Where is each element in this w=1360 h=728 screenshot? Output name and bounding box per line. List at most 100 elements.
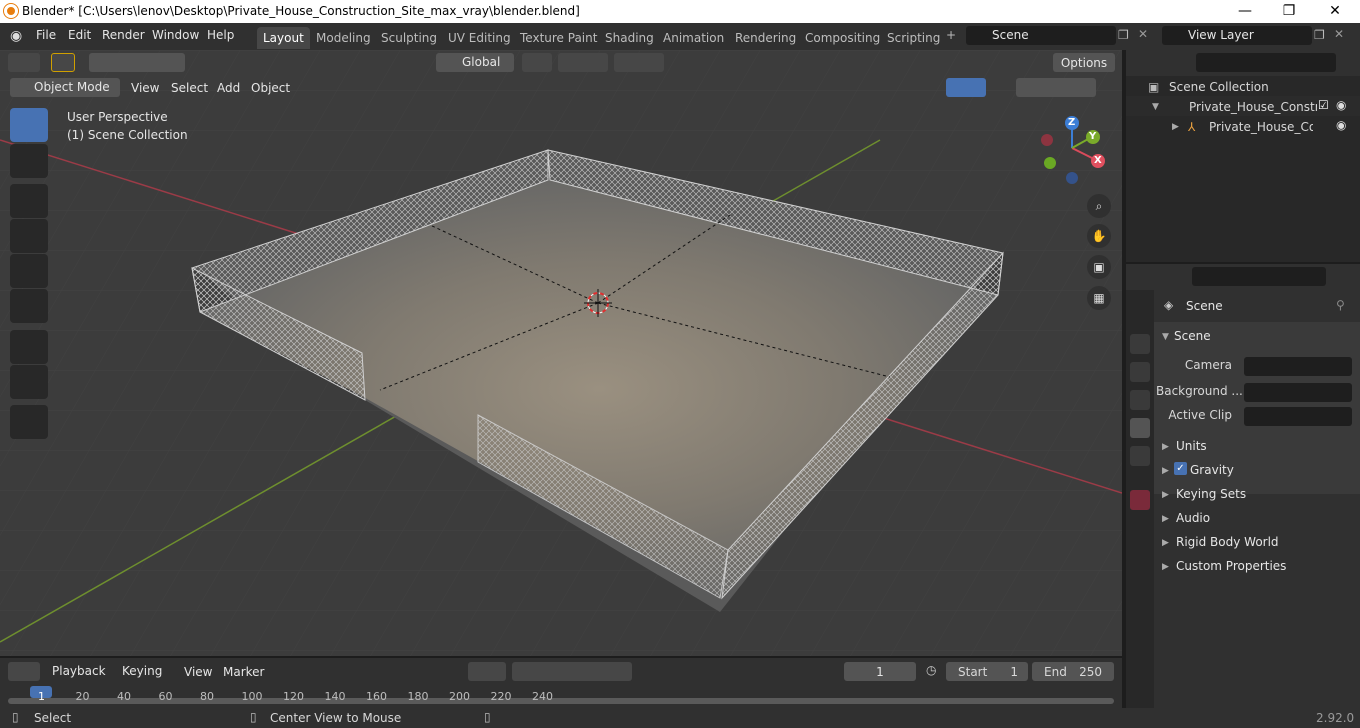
visibility-icon[interactable] [866,78,896,97]
keying-menu[interactable]: Keying [116,662,174,681]
menu-render[interactable]: Render [102,28,145,42]
pivot-icon[interactable] [522,53,552,72]
world-tab-icon[interactable] [1130,446,1150,466]
tab-shading[interactable]: Shading [599,27,660,49]
gravity-checkbox[interactable]: ✓ [1174,462,1187,475]
annotate-tool-icon[interactable] [10,330,48,364]
custom-properties-section[interactable]: Custom Properties [1176,559,1286,573]
exclude-checkbox-icon[interactable]: ☑ [1318,98,1329,112]
measure-tool-icon[interactable] [10,365,48,399]
move-tool-icon[interactable] [10,184,48,218]
menu-file[interactable]: File [36,28,56,42]
selection-mode-buttons[interactable] [89,53,185,72]
transform-orientation-select[interactable]: Global [436,53,514,72]
mode-select[interactable]: Object Mode [10,78,120,97]
menu-edit[interactable]: Edit [68,28,91,42]
new-scene-icon[interactable]: ❐ [1118,28,1129,42]
tab-layout[interactable]: Layout [257,27,310,49]
options-button[interactable]: Options [1053,53,1115,72]
active-clip-field[interactable] [1244,407,1352,426]
rigid-body-world-section[interactable]: Rigid Body World [1176,535,1279,549]
eye-visibility-icon[interactable]: ◉ [1336,118,1346,132]
add-cube-tool-icon[interactable] [10,405,48,439]
output-tab-icon[interactable] [1130,362,1150,382]
new-view-layer-icon[interactable]: ❐ [1314,28,1325,42]
perspective-toggle-icon[interactable]: ▦ [1087,286,1111,310]
audio-section[interactable]: Audio [1176,511,1210,525]
scene-tab-icon[interactable] [1130,418,1150,438]
tab-compositing[interactable]: Compositing [799,27,886,49]
end-frame-field[interactable]: End 250 [1032,662,1114,681]
pin-icon[interactable]: ⚲ [1336,298,1345,312]
zoom-icon[interactable]: ⌕ [1087,194,1111,218]
outliner-collection-item[interactable]: Private_House_Construct [1189,100,1317,114]
select-mode-icon[interactable] [51,53,75,72]
snap-icon[interactable] [558,53,608,72]
shading-mode-buttons[interactable] [1016,78,1096,97]
timeline-editor-type-icon[interactable] [8,662,40,681]
outliner-search-input[interactable] [1196,53,1336,72]
keying-sets-section[interactable]: Keying Sets [1176,487,1246,501]
overlay-toggle-icon[interactable] [946,78,986,97]
expand-toggle-icon[interactable]: ▶ [1162,466,1169,476]
properties-search-input[interactable] [1192,267,1326,286]
timeline-view-menu[interactable]: View [184,665,212,679]
cursor-tool-icon[interactable] [10,144,48,178]
gizmo-toggle-icon[interactable] [902,78,938,97]
gravity-section[interactable]: Gravity [1190,463,1234,477]
render-tab-icon[interactable] [1130,334,1150,354]
view-layer-tab-icon[interactable] [1130,390,1150,410]
menu-window[interactable]: Window [152,28,199,42]
outliner-scene-collection[interactable]: Scene Collection [1169,80,1269,94]
transform-tool-icon[interactable] [10,289,48,323]
clock-icon[interactable]: ◷ [926,663,936,677]
panel-collapse-icon[interactable]: ▼ [1162,332,1169,342]
expand-toggle-icon[interactable]: ▶ [1162,490,1169,500]
minimize-button[interactable]: — [1222,0,1268,23]
scene-selector[interactable]: Scene [966,26,1116,45]
expand-toggle-icon[interactable]: ▶ [1162,442,1169,452]
timeline-marker-menu[interactable]: Marker [223,665,264,679]
view-layer-selector[interactable]: View Layer [1162,26,1312,45]
scale-tool-icon[interactable] [10,254,48,288]
current-frame-field[interactable]: 1 [844,662,916,681]
menu-help[interactable]: Help [207,28,234,42]
expand-toggle-icon[interactable]: ▶ [1162,514,1169,524]
playback-controls[interactable] [512,662,632,681]
menu-view[interactable]: View [131,81,159,95]
tool-tab-icon[interactable] [1130,298,1150,318]
close-button[interactable]: ✕ [1312,0,1358,23]
expand-toggle-icon[interactable]: ▶ [1172,122,1179,132]
playback-menu[interactable]: Playback [46,662,112,681]
start-frame-field[interactable]: Start 1 [946,662,1028,681]
tab-sculpting[interactable]: Sculpting [375,27,443,49]
camera-field[interactable] [1244,357,1352,376]
add-workspace-icon[interactable]: + [946,28,956,42]
units-section[interactable]: Units [1176,439,1207,453]
menu-select[interactable]: Select [171,81,208,95]
delete-view-layer-icon[interactable]: ✕ [1334,27,1344,41]
menu-object[interactable]: Object [251,81,290,95]
tab-modeling[interactable]: Modeling [310,27,377,49]
menu-add[interactable]: Add [217,81,240,95]
delete-scene-icon[interactable]: ✕ [1138,27,1148,41]
editor-type-icon[interactable] [8,53,40,72]
record-button-icon[interactable] [468,662,506,681]
tab-texture-paint[interactable]: Texture Paint [514,27,603,49]
proportional-edit-icon[interactable] [614,53,664,72]
3d-viewport[interactable]: Z Y X ⌕ ✋ ▣ ▦ User Perspective (1) Scene… [0,50,1122,656]
camera-view-icon[interactable]: ▣ [1087,255,1111,279]
maximize-button[interactable]: ❐ [1266,0,1312,23]
background-scene-field[interactable] [1244,383,1352,402]
expand-toggle-icon[interactable]: ▶ [1162,562,1169,572]
eye-visibility-icon[interactable]: ◉ [1336,98,1346,112]
expand-toggle-icon[interactable]: ▶ [1162,538,1169,548]
texture-tab-icon[interactable] [1130,490,1150,510]
scene-panel-header[interactable]: Scene [1174,329,1211,343]
expand-toggle-icon[interactable]: ▼ [1152,102,1159,112]
blender-menu-icon[interactable]: ◉ [10,28,22,44]
tab-scripting[interactable]: Scripting [881,27,946,49]
rotate-tool-icon[interactable] [10,219,48,253]
tab-animation[interactable]: Animation [657,27,730,49]
tab-uv-editing[interactable]: UV Editing [442,27,517,49]
